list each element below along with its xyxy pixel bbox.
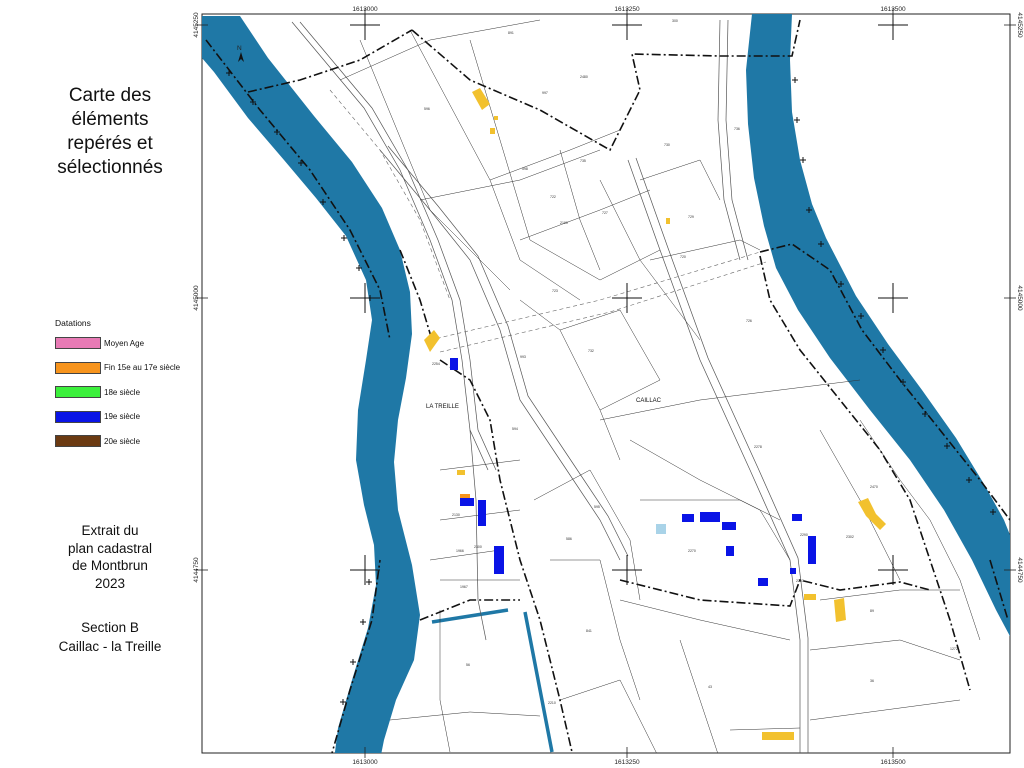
plot-number: 596 bbox=[424, 107, 430, 111]
legend-title: Datations bbox=[55, 318, 91, 328]
legend-item-moyen-age: Moyen Age bbox=[55, 337, 205, 349]
plot-number: 2190 bbox=[560, 221, 568, 225]
plot-number: 736 bbox=[734, 127, 740, 131]
legend-swatch bbox=[55, 410, 101, 423]
plot-number: 1966 bbox=[456, 549, 464, 553]
place-label-la-treille: LA TREILLE bbox=[426, 404, 459, 410]
legend-label: Moyen Age bbox=[104, 338, 145, 348]
plot-number: 1272 bbox=[950, 647, 958, 651]
plot-number: 727 bbox=[602, 211, 608, 215]
extract-caption: Extrait du plan cadastral de Montbrun 20… bbox=[67, 523, 153, 591]
legend-item-20e: 20e siècle bbox=[55, 435, 205, 447]
coord-label-y-right: 4145000 bbox=[1016, 285, 1023, 311]
plot-number: 89 bbox=[870, 609, 874, 613]
legend-item-15e-17e: Fin 15e au 17e siècle bbox=[55, 361, 205, 374]
legend-swatch bbox=[55, 386, 101, 398]
plot-number: 726 bbox=[746, 319, 752, 323]
plot-number: 2254 bbox=[432, 362, 440, 366]
plot-number: 598 bbox=[522, 167, 528, 171]
plot-number: 56 bbox=[466, 663, 470, 667]
plot-number: 732 bbox=[588, 349, 594, 353]
cadastral-map: 300 891 2480 596 997 730 736 735 2190 72… bbox=[190, 0, 1024, 768]
legend-item-18e: 18e siècle bbox=[55, 386, 205, 398]
plot-number: 729 bbox=[688, 215, 694, 219]
coord-label-x-bottom: 1613500 bbox=[880, 759, 906, 766]
coord-label-y-right: 4145250 bbox=[1016, 12, 1023, 38]
legend-swatch bbox=[55, 435, 101, 447]
legend-swatch bbox=[55, 361, 101, 374]
coord-label-x-bottom: 1613000 bbox=[352, 759, 378, 766]
coord-label-y-right: 4144750 bbox=[1016, 557, 1023, 583]
plot-number: 2480 bbox=[580, 75, 588, 79]
plot-number: 891 bbox=[508, 31, 514, 35]
legend-item-19e: 19e siècle bbox=[55, 410, 205, 423]
plot-number: 43 bbox=[708, 685, 712, 689]
place-label-caillac: CAILLAC bbox=[636, 398, 662, 404]
plot-number: 2253 bbox=[796, 579, 804, 583]
legend-label: 18e siècle bbox=[104, 387, 141, 397]
plot-number: 2130 bbox=[452, 513, 460, 517]
legend-label: 19e siècle bbox=[104, 412, 141, 421]
faded-buildings bbox=[656, 524, 666, 534]
plot-number: 735 bbox=[580, 159, 586, 163]
plot-number: 2278 bbox=[754, 445, 762, 449]
plot-number: 730 bbox=[664, 143, 670, 147]
plot-number: 722 bbox=[550, 195, 556, 199]
plot-number: 1967 bbox=[460, 585, 468, 589]
legend-label: Fin 15e au 17e siècle bbox=[104, 363, 181, 372]
plot-number: 2270 bbox=[688, 549, 696, 553]
plot-number: 595 bbox=[594, 505, 600, 509]
legend-swatch bbox=[55, 337, 101, 349]
plot-number: 993 bbox=[520, 355, 526, 359]
plot-number: 300 bbox=[672, 19, 678, 23]
coord-label-y-left: 4144750 bbox=[193, 557, 200, 583]
coord-label-y-left: 4145000 bbox=[193, 285, 200, 311]
plot-number: 2470 bbox=[870, 485, 878, 489]
plot-number: 997 bbox=[542, 91, 548, 95]
legend: Datations Moyen Age Fin 15e au 17e siècl… bbox=[55, 318, 205, 460]
plot-number: 586 bbox=[566, 537, 572, 541]
plot-number: 2290 bbox=[800, 533, 808, 537]
plot-number: 720 bbox=[680, 255, 686, 259]
plot-number: 723 bbox=[552, 289, 558, 293]
map-title: Carte des éléments repérés et sélectionn… bbox=[57, 85, 163, 178]
coord-label-x-top: 1613500 bbox=[880, 6, 906, 13]
plot-number: 2210 bbox=[548, 701, 556, 705]
plot-number: 841 bbox=[586, 629, 592, 633]
legend-label: 20e siècle bbox=[104, 436, 141, 446]
plot-number: 2300 bbox=[474, 545, 482, 549]
coord-label-x-top: 1613000 bbox=[352, 6, 378, 13]
coord-label-x-bottom: 1613250 bbox=[614, 759, 640, 766]
coord-label-x-top: 1613250 bbox=[614, 6, 640, 13]
orange-building bbox=[460, 494, 470, 498]
plot-number: 36 bbox=[870, 679, 874, 683]
coord-label-y-left: 4145250 bbox=[193, 12, 200, 38]
north-label: N bbox=[237, 45, 242, 52]
plot-number: 594 bbox=[512, 427, 518, 431]
plot-number: 2302 bbox=[846, 535, 854, 539]
section-caption: Section B Caillac - la Treille bbox=[58, 620, 162, 654]
